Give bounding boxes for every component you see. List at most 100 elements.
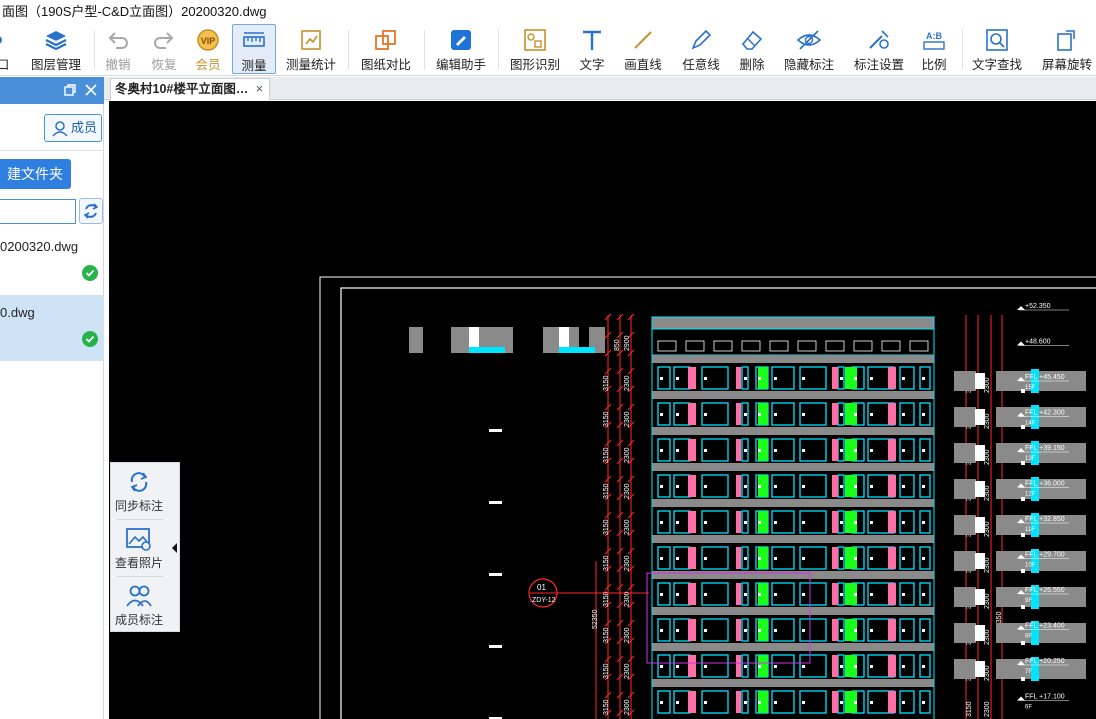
window-mark [774,377,777,380]
text-search-button[interactable]: 文字查找 [968,24,1026,74]
draw-line-button[interactable]: 画直线 [620,24,666,74]
dim-settings-button[interactable]: 标注设置 [850,24,908,74]
sync-annotations-button[interactable]: 同步标注 [111,463,167,518]
window-mark [660,413,663,416]
window-mark [774,593,777,596]
edit-helper-button[interactable]: 编辑助手 [432,24,490,74]
hide-annotations-button[interactable]: 隐藏标注 [780,24,838,74]
screen-rotate-button[interactable]: 屏幕旋转 [1038,24,1096,74]
level-label: +48.600 [1025,339,1051,346]
member-button[interactable]: 成员 [44,114,102,142]
window-mark [774,521,777,524]
file-list-item[interactable]: 0200320.dwg [0,229,104,291]
window-mark [744,665,747,668]
pink-panel [832,691,838,713]
window-mark [922,521,925,524]
shape-recognize-button[interactable]: 图形识别 [506,24,564,74]
window-mark [676,521,679,524]
window-mark [704,593,707,596]
new-folder-button[interactable]: 建文件夹 [0,159,71,189]
file-list-item-selected[interactable]: 0.dwg [0,295,104,361]
window-button[interactable]: 口 [0,24,14,74]
window-mark [922,593,925,596]
level-triangle [1017,306,1025,310]
pink-panel [688,403,696,425]
view-photos-button[interactable]: 查看照片 [111,520,167,575]
pink-panel [832,547,838,569]
level-mark [489,645,502,648]
collapse-arrow-icon[interactable] [169,541,179,555]
file-name: 0200320.dwg [0,239,79,254]
file-search-input[interactable] [0,199,76,224]
freeline-button[interactable]: 任意线 [678,24,724,74]
window-mark [774,701,777,704]
frame-border-outer [319,276,1096,719]
pink-panel [736,547,741,569]
member-annotation-button[interactable]: 成员标注 [111,577,167,632]
pink-panel [688,439,696,461]
pink-panel [888,367,896,389]
pink-panel [688,655,696,677]
layer-manager-button[interactable]: 图层管理 [26,24,86,74]
tab-close-icon[interactable]: × [256,79,263,99]
window-mark [902,665,905,668]
roof-band [652,317,934,329]
pink-panel [736,583,741,605]
close-icon[interactable] [84,83,98,97]
total-dimension: 52350 [592,609,599,629]
level-label: FFL +29.700 [1025,552,1065,559]
scale-button[interactable]: A:B 比例 [916,24,952,74]
balcony-mark [1021,641,1025,645]
pink-panel [888,511,896,533]
dimension-text: 3150 [603,699,610,715]
toolbar-separator [348,30,349,70]
refresh-button[interactable] [79,198,103,224]
window-mark [840,557,843,560]
drawing-canvas[interactable]: 850 2900 3150 2300 3150 2300 3150 2300 3150 2300 3… [109,101,1096,719]
window-mark [758,449,761,452]
undo-button[interactable]: 撤销 [100,24,136,74]
compare-button[interactable]: 图纸对比 [356,24,416,74]
dimension-text: 2300 [624,627,631,643]
window-mark [676,449,679,452]
window-mark [758,665,761,668]
window-mark [922,665,925,668]
callout-number: 01 [537,583,546,592]
window [657,546,671,570]
tab-document[interactable]: 冬奥村10#楼平立面图… × [110,78,270,100]
window-mark [854,413,857,416]
pink-panel [888,619,896,641]
pink-panel [888,475,896,497]
window-mark [902,593,905,596]
pink-panel [688,583,696,605]
window-mark [922,629,925,632]
dimension-text: 2300 [624,411,631,427]
window-mark [902,377,905,380]
balcony-block [975,445,985,461]
vip-button[interactable]: VIP 会员 [190,24,226,74]
text-button[interactable]: 文字 [574,24,610,74]
window-mark [758,701,761,704]
dimension-text: 3150 [603,411,610,427]
dimension-text: 2300 [624,663,631,679]
window-mark [744,485,747,488]
window-mark [840,485,843,488]
restore-icon[interactable] [63,83,77,97]
balcony-block [954,443,976,463]
pink-panel [736,655,741,677]
window-mark [870,449,873,452]
synced-check-icon [82,331,98,347]
floor-slab [652,463,934,471]
delete-button[interactable]: 删除 [734,24,770,74]
measure-button[interactable]: 测量 [232,24,276,74]
measure-stats-button[interactable]: 测量统计 [282,24,340,74]
window-mark [660,629,663,632]
roof-window [769,340,789,352]
balcony-mark [1021,677,1025,681]
synced-check-icon [82,265,98,281]
roof-window [741,340,761,352]
redo-button[interactable]: 恢复 [146,24,182,74]
pink-panel [688,619,696,641]
cad-drawing: 850 2900 3150 2300 3150 2300 3150 2300 3150 2300 3… [319,276,1096,719]
window-mark [854,485,857,488]
